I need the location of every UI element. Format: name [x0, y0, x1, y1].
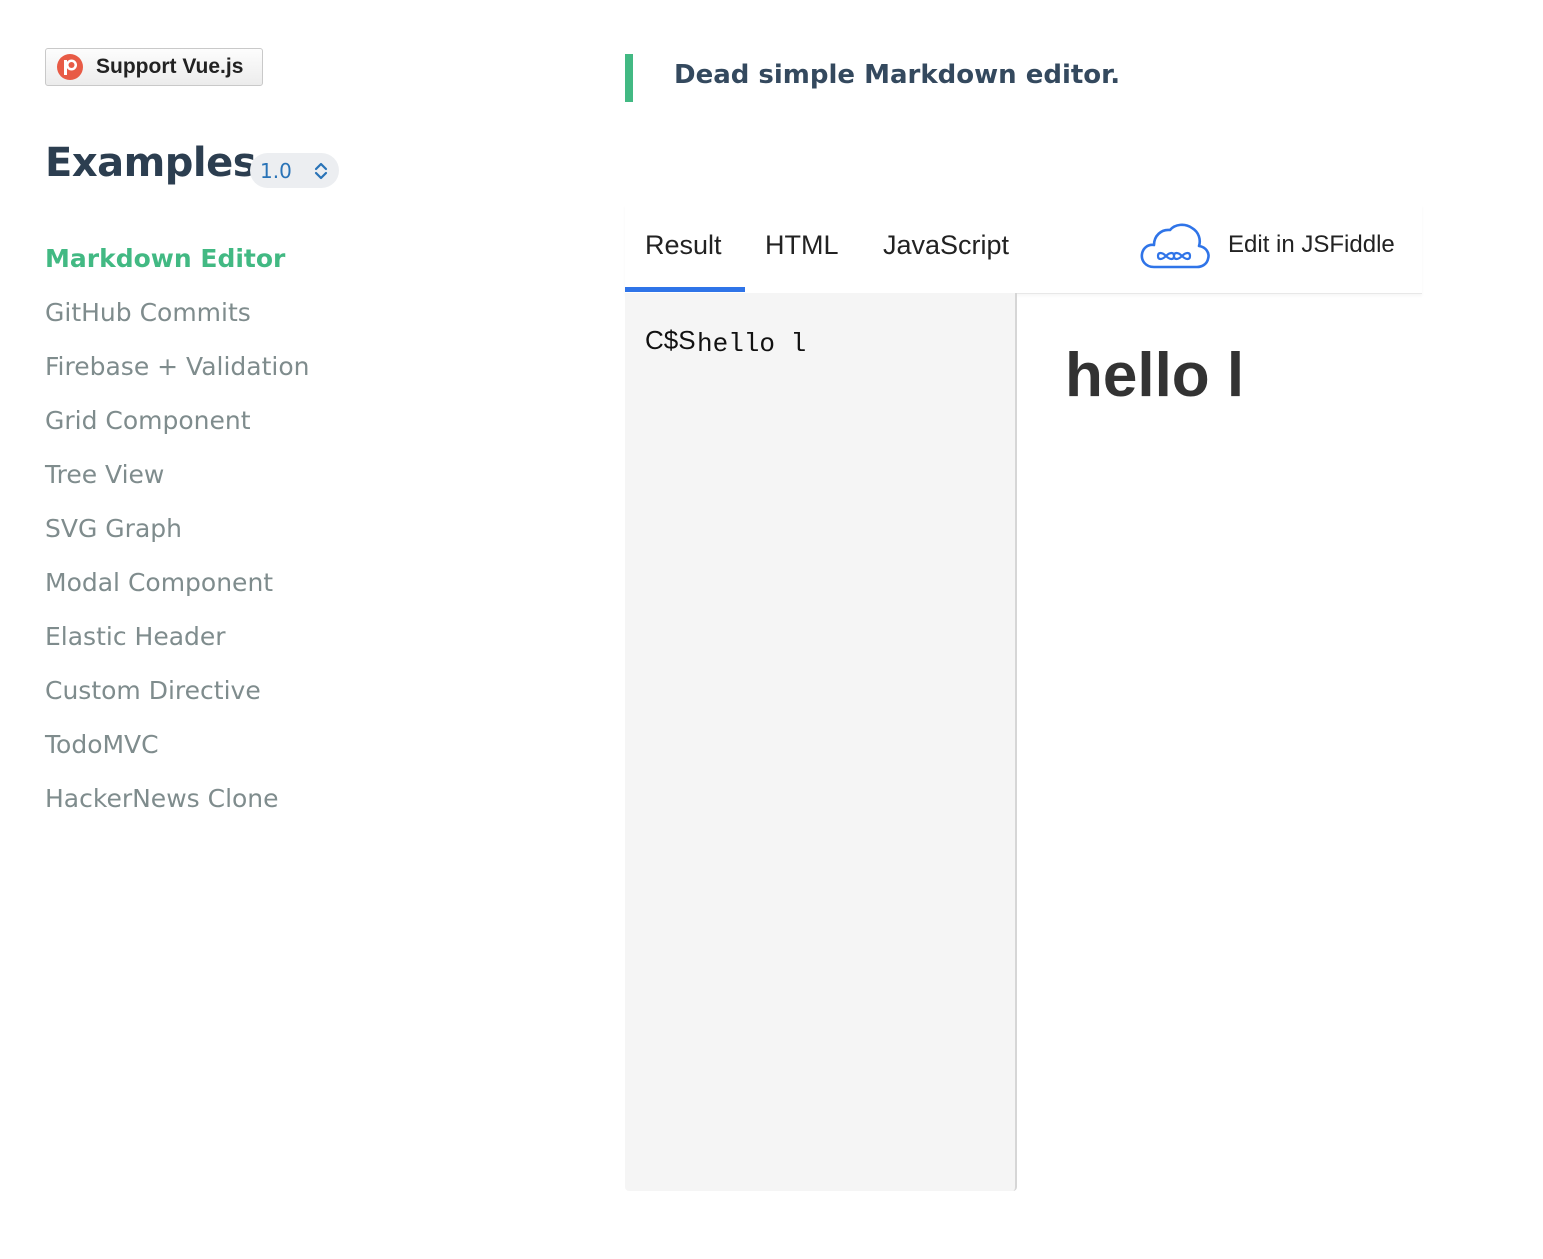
sidebar-item-todomvc[interactable]: TodoMVC: [45, 724, 310, 778]
sidebar-item-modal-component[interactable]: Modal Component: [45, 562, 310, 616]
jsfiddle-embed: Result HTML JavaScript Edit in JSFiddle …: [625, 205, 1422, 1192]
example-description: Dead simple Markdown editor.: [674, 60, 1121, 90]
cloud-icon: [1140, 219, 1210, 271]
tab-javascript[interactable]: JavaScript: [883, 225, 1009, 265]
sidebar-item-elastic-header[interactable]: Elastic Header: [45, 616, 310, 670]
page-title: Examples: [45, 140, 257, 186]
sidebar-item-tree-view[interactable]: Tree View: [45, 454, 310, 508]
chevron-updown-icon: [313, 161, 329, 181]
sidebar-item-github-commits[interactable]: GitHub Commits: [45, 292, 310, 346]
markdown-preview-heading: hello l: [1065, 341, 1245, 410]
edit-in-jsfiddle-label: Edit in JSFiddle: [1228, 231, 1395, 258]
editor-overlap-glyphs: C$S: [645, 325, 696, 355]
sidebar-item-markdown-editor[interactable]: Markdown Editor: [45, 238, 310, 292]
sidebar-item-svg-graph[interactable]: SVG Graph: [45, 508, 310, 562]
version-value: 1.0: [260, 158, 292, 183]
edit-in-jsfiddle-link[interactable]: Edit in JSFiddle: [1140, 215, 1395, 275]
markdown-input-pane[interactable]: C$S hello l: [625, 293, 1017, 1191]
tab-result[interactable]: Result: [645, 225, 722, 265]
support-vue-label: Support Vue.js: [96, 55, 244, 78]
patreon-icon: [56, 53, 84, 81]
sidebar-nav: Markdown Editor GitHub Commits Firebase …: [45, 238, 310, 832]
tab-html[interactable]: HTML: [765, 225, 839, 265]
editor-value: hello l: [697, 329, 807, 359]
version-select[interactable]: 1.0: [250, 153, 339, 188]
description-accent-bar: [625, 54, 633, 102]
fiddle-tab-bar: Result HTML JavaScript Edit in JSFiddle: [625, 205, 1422, 294]
support-vue-button[interactable]: Support Vue.js: [45, 48, 263, 86]
sidebar-item-grid-component[interactable]: Grid Component: [45, 400, 310, 454]
active-tab-indicator: [625, 287, 745, 292]
sidebar-item-firebase-validation[interactable]: Firebase + Validation: [45, 346, 310, 400]
sidebar-item-custom-directive[interactable]: Custom Directive: [45, 670, 310, 724]
sidebar-item-hackernews-clone[interactable]: HackerNews Clone: [45, 778, 310, 832]
